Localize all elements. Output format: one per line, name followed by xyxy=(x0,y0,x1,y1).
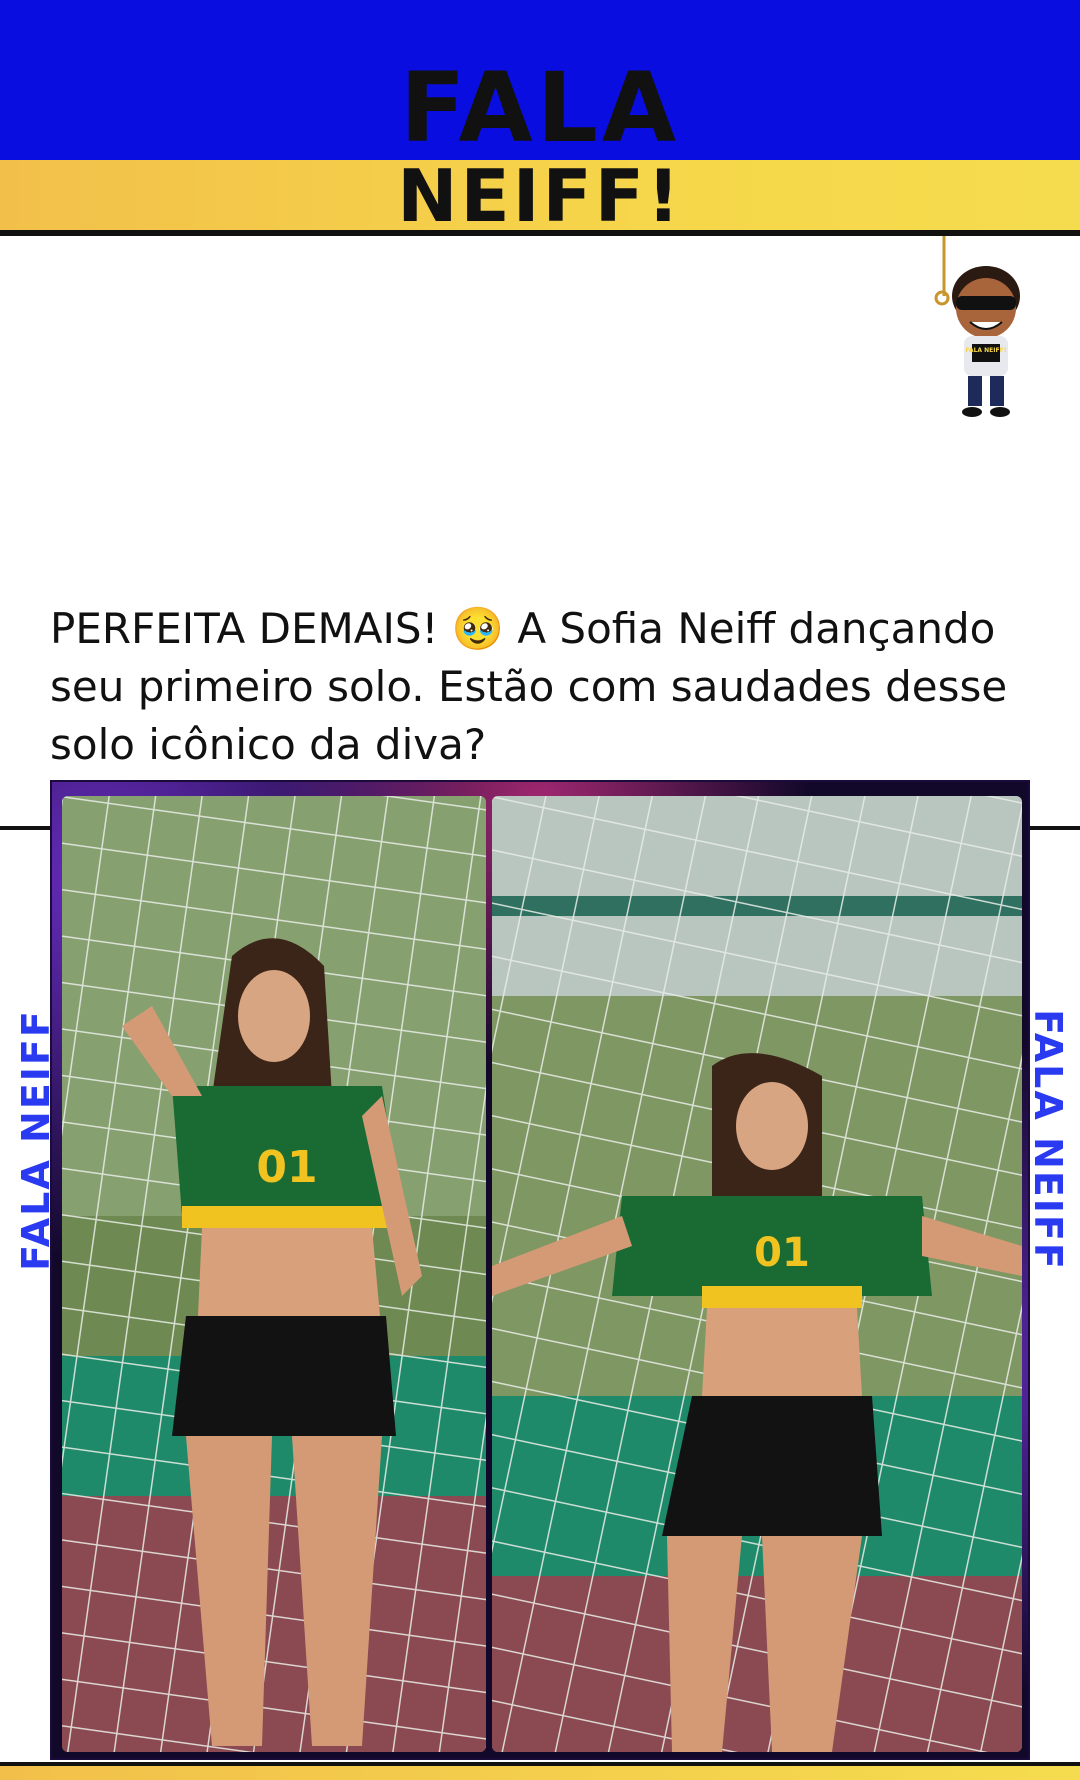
watermark-right: FALA NEIFF xyxy=(1026,1009,1070,1271)
photo-right[interactable]: 01 xyxy=(492,796,1022,1752)
jersey-number-left: 01 xyxy=(256,1142,317,1193)
photo-left-image: 01 xyxy=(62,796,486,1752)
jersey-number-right: 01 xyxy=(754,1230,810,1276)
media-frame[interactable]: 01 01 xyxy=(50,780,1030,1760)
footer-band xyxy=(0,1762,1080,1780)
cartoon-mascot-icon: FALA NEIFF! xyxy=(934,236,1020,417)
post-caption: PERFEITA DEMAIS! 🥹 A Sofia Neiff dançand… xyxy=(50,604,1008,769)
mascot-shirt-text: FALA NEIFF! xyxy=(966,347,1007,354)
side-divider-left xyxy=(0,826,50,830)
logo-line-2: NEIFF! xyxy=(397,154,683,238)
photo-right-image: 01 xyxy=(492,796,1022,1752)
side-divider-right xyxy=(1030,826,1080,830)
photo-left[interactable]: 01 xyxy=(62,796,486,1752)
logo-line-1: FALA xyxy=(399,52,681,164)
